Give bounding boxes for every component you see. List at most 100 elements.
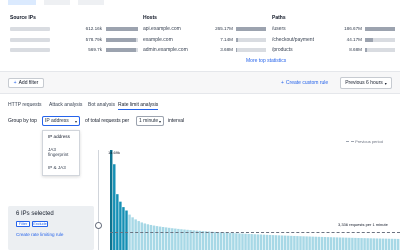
chart-bar[interactable] xyxy=(158,226,162,250)
chart-bar[interactable] xyxy=(369,238,372,250)
chart-bar[interactable] xyxy=(378,238,382,250)
chart-bar[interactable] xyxy=(320,236,324,250)
chart-bar[interactable] xyxy=(314,236,317,250)
chart-bar[interactable] xyxy=(241,233,244,250)
host-row[interactable]: api.example.com 265.17M xyxy=(143,26,268,33)
menu-item-ip-address[interactable]: IP address xyxy=(48,134,70,139)
menu-item-ja3-fingerprint[interactable]: JA3 fingerprint xyxy=(48,147,70,157)
chart-bar[interactable] xyxy=(311,236,314,250)
chart-bar[interactable] xyxy=(198,230,201,250)
chart-bar[interactable] xyxy=(277,235,281,250)
chart-bar[interactable] xyxy=(305,236,308,250)
chart-bar[interactable] xyxy=(232,233,235,250)
source-ip-row[interactable]: 569.7k xyxy=(10,47,140,54)
chart-bar[interactable] xyxy=(161,226,165,250)
filter-button[interactable]: Filter xyxy=(16,221,30,227)
chart-bar[interactable] xyxy=(338,237,342,250)
chart-bar[interactable] xyxy=(250,234,253,250)
chart-bar[interactable] xyxy=(381,238,385,250)
chart-bar[interactable] xyxy=(299,236,302,250)
chart-bar[interactable] xyxy=(384,238,388,250)
chart-bar[interactable] xyxy=(323,237,327,250)
more-statistics-link[interactable]: More top statistics xyxy=(246,58,286,64)
chart-bar[interactable] xyxy=(268,234,272,250)
top-tab-placeholder[interactable] xyxy=(78,0,104,5)
host-row[interactable]: example.com 7.14M xyxy=(143,37,268,44)
chart-bar[interactable] xyxy=(149,224,153,250)
chart-bar[interactable] xyxy=(342,237,345,250)
chart-bar[interactable] xyxy=(335,237,339,250)
chart-bar[interactable] xyxy=(280,235,284,250)
chart-bar[interactable] xyxy=(229,232,232,250)
chart-bar[interactable] xyxy=(345,237,348,250)
chart-bar[interactable] xyxy=(302,236,305,250)
chart-bar[interactable] xyxy=(222,232,226,250)
top-tab-placeholder[interactable] xyxy=(44,0,70,5)
chart-bar[interactable] xyxy=(357,237,360,250)
chart-bar[interactable] xyxy=(210,231,214,250)
chart-bar[interactable] xyxy=(122,207,125,250)
tab-attack-analysis[interactable]: Attack analysis xyxy=(49,102,82,108)
chart-bar[interactable] xyxy=(329,237,333,250)
chart-bar[interactable] xyxy=(155,226,159,250)
source-ip-row[interactable]: 612.16k xyxy=(10,26,140,33)
chart-bar[interactable] xyxy=(375,238,379,250)
chart-bar[interactable] xyxy=(152,225,156,250)
group-by-select[interactable]: IP address ▾ xyxy=(42,116,80,126)
chart-bar[interactable] xyxy=(244,233,247,250)
chart-bar[interactable] xyxy=(113,164,116,250)
chart-bar[interactable] xyxy=(308,236,311,250)
chart-bar[interactable] xyxy=(284,235,287,250)
host-row[interactable]: admin.example.com 3.68M xyxy=(143,47,268,54)
chart-bar[interactable] xyxy=(119,201,122,250)
chart-bar[interactable] xyxy=(290,235,293,250)
chart-bar[interactable] xyxy=(247,233,250,250)
tab-rate-limit-analysis[interactable]: Rate limit analysis xyxy=(118,102,159,110)
chart-bar[interactable] xyxy=(110,150,113,250)
interval-select[interactable]: 1 minute ▾ xyxy=(136,116,164,126)
chart-bar[interactable] xyxy=(125,210,128,250)
chart-bar[interactable] xyxy=(131,217,134,250)
chart-bar[interactable] xyxy=(363,238,366,250)
chart-bar[interactable] xyxy=(354,237,357,250)
path-row[interactable]: /checkout/payment 44.17M xyxy=(272,37,397,44)
source-ip-row[interactable]: 578.79k xyxy=(10,37,140,44)
chart-bar[interactable] xyxy=(253,234,256,250)
chart-bar[interactable] xyxy=(116,194,119,250)
chart-bar[interactable] xyxy=(259,234,263,250)
chart-bar[interactable] xyxy=(207,231,211,250)
chart-bar[interactable] xyxy=(265,234,269,250)
chart-bar[interactable] xyxy=(256,234,259,250)
chart-bar[interactable] xyxy=(332,237,336,250)
tab-bot-analysis[interactable]: Bot analysis xyxy=(88,102,115,108)
chart-bar[interactable] xyxy=(317,236,321,250)
chart-bar[interactable] xyxy=(201,231,205,250)
path-row[interactable]: /products 8.68M xyxy=(272,47,397,54)
chart-bar[interactable] xyxy=(393,238,397,250)
chart-bar[interactable] xyxy=(140,222,143,250)
add-filter-button[interactable]: + Add filter xyxy=(8,78,44,88)
chart-bar[interactable] xyxy=(143,223,147,250)
top-tab-indicator[interactable] xyxy=(8,0,36,5)
create-rate-limiting-rule-link[interactable]: Create rate limiting rule xyxy=(16,232,64,237)
chart-bar[interactable] xyxy=(348,237,351,250)
chart-bar[interactable] xyxy=(213,231,217,250)
chart-bar[interactable] xyxy=(351,237,354,250)
chart-bar[interactable] xyxy=(326,237,330,250)
chart-bar[interactable] xyxy=(189,230,192,250)
chart-bar[interactable] xyxy=(271,235,275,250)
threshold-handle[interactable] xyxy=(95,222,102,229)
chart-bar[interactable] xyxy=(134,219,137,250)
chart-bar[interactable] xyxy=(137,221,140,250)
chart-bar[interactable] xyxy=(372,238,375,250)
chart-bar[interactable] xyxy=(387,238,391,250)
chart-bar[interactable] xyxy=(390,238,394,250)
chart-bar[interactable] xyxy=(204,231,208,250)
chart-bar[interactable] xyxy=(262,234,266,250)
chart-bar[interactable] xyxy=(287,235,290,250)
chart-bar[interactable] xyxy=(296,236,299,250)
chart-bar[interactable] xyxy=(219,232,223,250)
path-row[interactable]: /users 186.67M xyxy=(272,26,397,33)
chart-bar[interactable] xyxy=(235,233,238,250)
chart-bar[interactable] xyxy=(216,232,220,250)
